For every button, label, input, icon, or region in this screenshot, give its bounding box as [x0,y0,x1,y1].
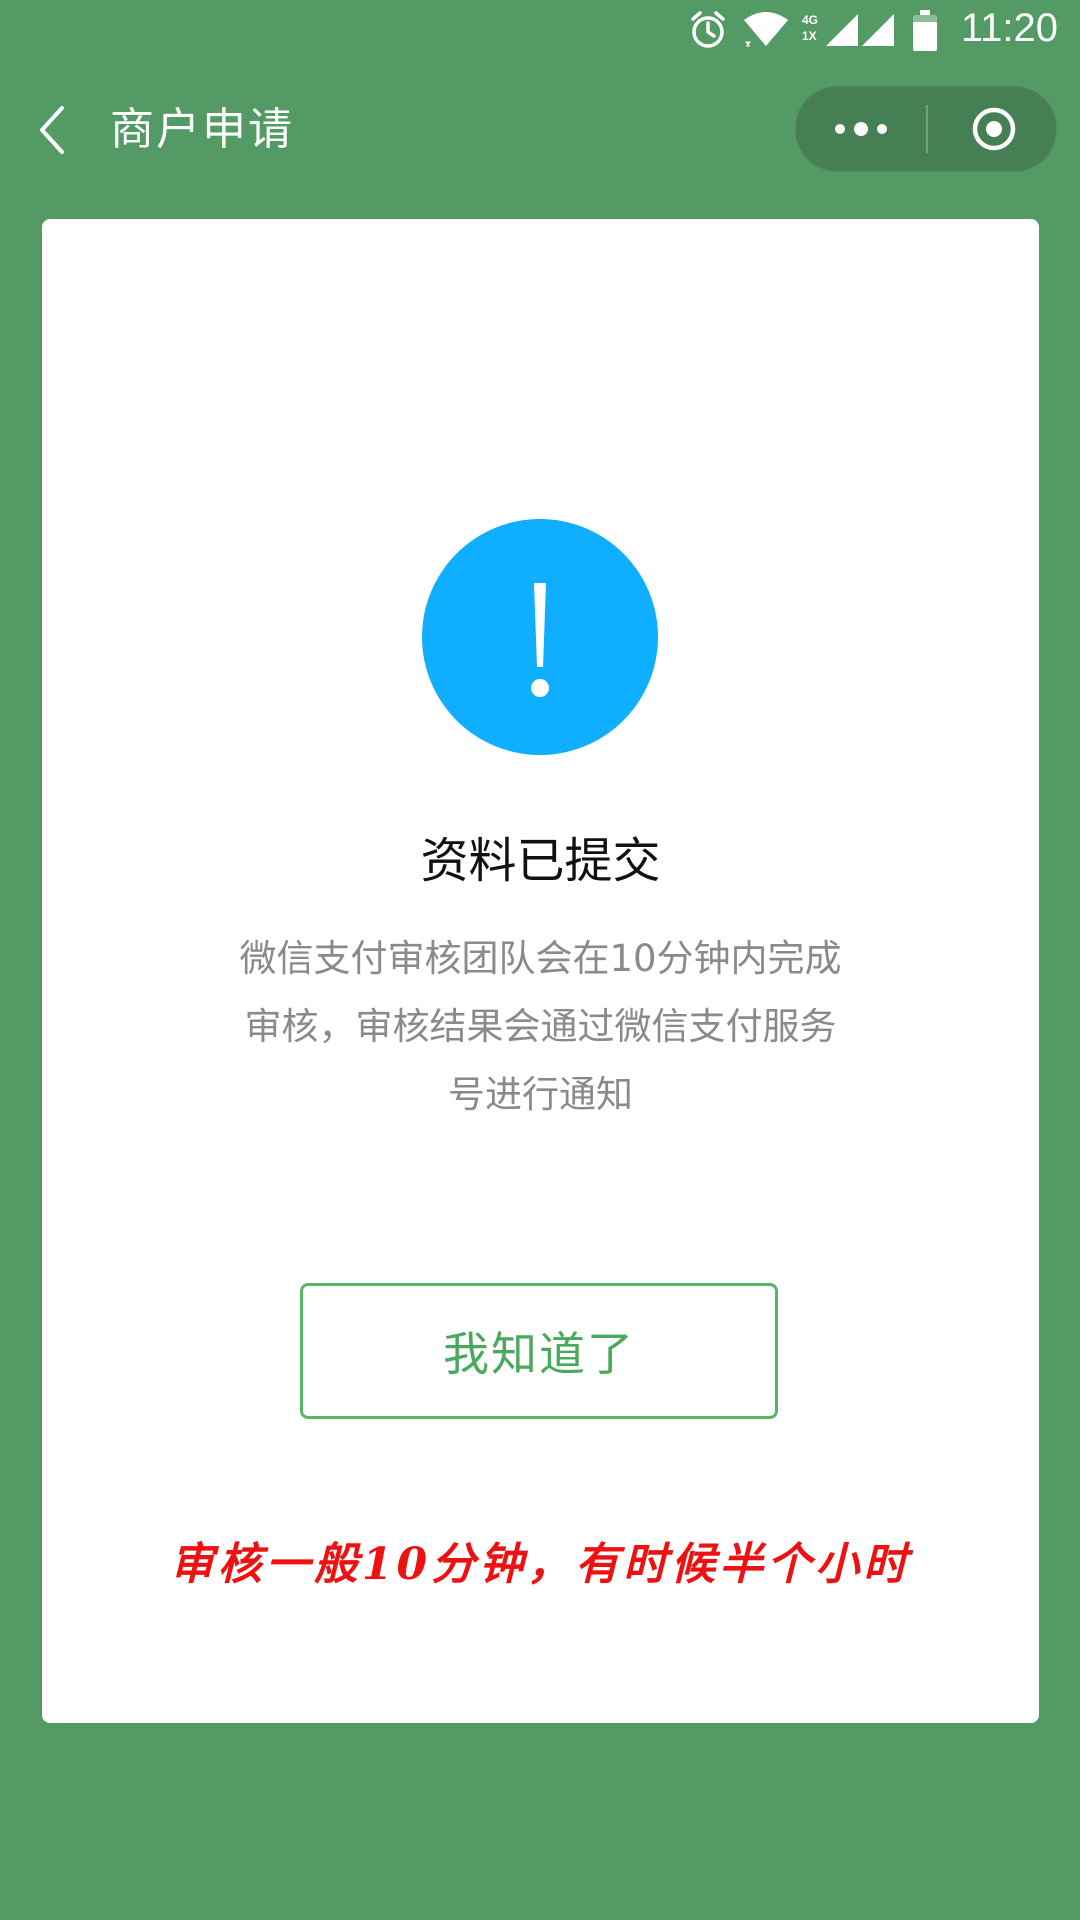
more-button[interactable] [796,87,926,171]
signal-icon [862,14,894,46]
wifi-icon [744,12,788,47]
screen: 4G 1X 11:20 商户申请 资料已提交 微信支付审核团队会在10分钟内完成… [0,0,1080,1920]
signal-4g-icon [826,14,858,46]
result-description: 微信支付审核团队会在10分钟内完成 审核，审核结果会通过微信支付服务 号进行通知 [192,925,889,1129]
description-line: 号进行通知 [448,1073,633,1116]
capsule-menu [795,86,1057,172]
nav-bar: 商户申请 [0,64,1080,194]
more-dots-icon [835,122,887,136]
annotation-note: 审核一般10分钟，有时候半个小时 [169,1539,912,1590]
status-bar: 4G 1X 11:20 [0,0,1080,64]
result-card: 资料已提交 微信支付审核团队会在10分钟内完成 审核，审核结果会通过微信支付服务… [42,219,1039,1723]
alarm-icon [691,11,725,48]
acknowledge-button[interactable]: 我知道了 [300,1283,778,1419]
target-circle-icon [972,107,1016,151]
chevron-left-icon[interactable] [34,102,74,158]
page-title: 商户申请 [110,104,294,155]
result-title: 资料已提交 [420,833,661,889]
close-miniprogram-button[interactable] [928,87,1058,171]
exclamation-circle-icon [422,519,658,755]
status-time: 11:20 [960,6,1058,50]
battery-icon [913,10,937,51]
description-line: 审核，审核结果会通过微信支付服务 [244,1005,837,1048]
description-line: 微信支付审核团队会在10分钟内完成 [239,937,842,980]
